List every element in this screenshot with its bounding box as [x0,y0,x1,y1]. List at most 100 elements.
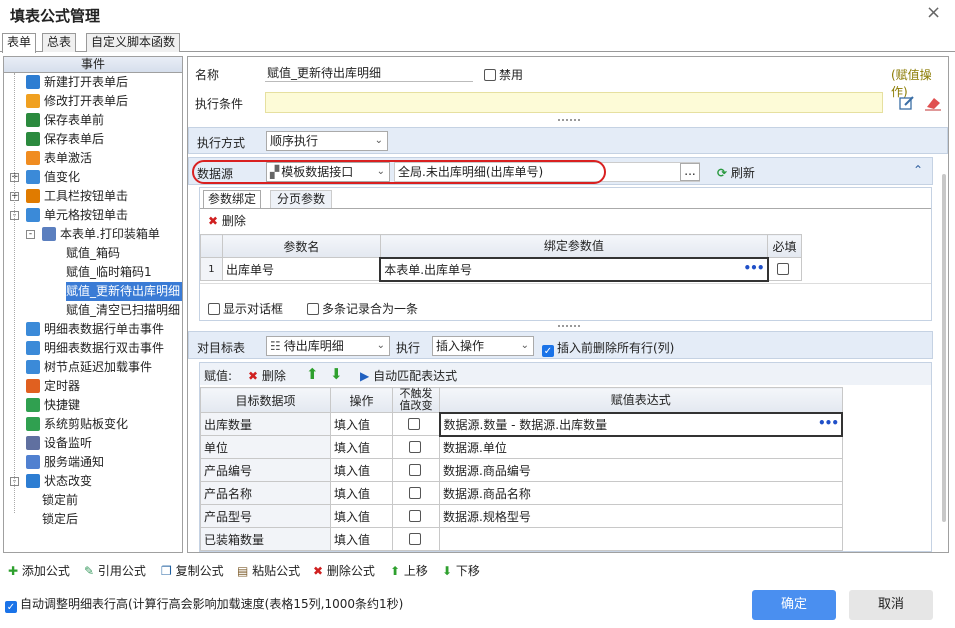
tree-item[interactable]: 服务端通知 [26,453,104,472]
tree-item[interactable]: 定时器 [26,377,80,396]
operation-cell[interactable]: 填入值 [330,412,393,436]
table-row[interactable]: 产品型号 填入值 数据源.规格型号 [200,504,843,528]
operation-select[interactable]: 插入操作 ⌄ [432,336,534,356]
move-down-button[interactable]: ⬇ 下移 [442,562,480,579]
operation-cell[interactable]: 填入值 [330,481,393,505]
check-icon[interactable] [408,533,421,545]
scrollbar[interactable] [942,174,946,522]
no-trigger-cell[interactable] [392,481,440,505]
expression-cell[interactable]: 数据源.规格型号 [439,504,843,528]
tree-item[interactable]: 值变化 [26,168,80,187]
move-up-icon[interactable]: ⬆ [306,365,319,383]
no-trigger-cell[interactable] [392,458,440,482]
ok-button[interactable]: 确定 [752,590,836,620]
no-trigger-cell[interactable] [392,412,440,436]
more-icon[interactable]: ••• [743,261,764,275]
expression-cell[interactable]: 数据源.单位 [439,435,843,459]
expression-cell[interactable]: 数据源.商品名称 [439,481,843,505]
tree-item[interactable]: 明细表数据行双击事件 [26,339,164,358]
required-checkbox[interactable] [777,263,790,275]
check-icon[interactable] [408,441,421,453]
expression-cell[interactable]: 数据源.数量 - 数据源.出库数量 ••• [438,411,843,437]
collapse-icon[interactable]: ⌃ [913,163,923,177]
no-trigger-cell[interactable] [392,527,440,551]
check-icon[interactable] [408,464,421,476]
splitter-handle-2[interactable] [558,325,580,327]
add-formula-button[interactable]: ✚ 添加公式 [8,562,70,579]
tab-custom-script[interactable]: 自定义脚本函数 [86,33,181,52]
tree-item[interactable]: 赋值_箱码 [66,244,120,263]
table-row[interactable]: 产品编号 填入值 数据源.商品编号 [200,458,843,482]
expand-toggle-icon[interactable]: - [26,230,35,239]
disable-check-icon[interactable] [484,69,496,81]
reference-formula-button[interactable]: ✎ 引用公式 [84,562,146,579]
disable-checkbox[interactable]: 禁用 [484,66,523,83]
check-icon[interactable] [408,510,421,522]
copy-formula-button[interactable]: ❐ 复制公式 [161,562,224,579]
required-cell[interactable] [767,257,802,281]
expression-cell[interactable]: 数据源.商品编号 [439,458,843,482]
tree-item[interactable]: 保存表单后 [26,130,104,149]
target-table-select[interactable]: ☷ 待出库明细 ⌄ [266,336,390,356]
check-icon[interactable] [307,303,319,315]
operation-cell[interactable]: 填入值 [330,504,393,528]
move-up-button[interactable]: ⬆ 上移 [390,562,428,579]
datasource-browse-button[interactable]: ... [680,163,700,181]
no-trigger-cell[interactable] [392,435,440,459]
tree-item[interactable]: 保存表单前 [26,111,104,130]
no-trigger-cell[interactable] [392,504,440,528]
exec-mode-select[interactable]: 顺序执行 ⌄ [266,131,388,151]
tree-item[interactable]: 设备监听 [26,434,92,453]
tab-summary[interactable]: 总表 [42,33,77,52]
name-input[interactable]: 赋值_更新待出库明细 [265,64,473,82]
check-icon[interactable]: ✓ [5,601,17,613]
check-icon[interactable] [408,487,421,499]
operation-cell[interactable]: 填入值 [330,527,393,551]
operation-cell[interactable]: 填入值 [330,435,393,459]
eraser-icon[interactable] [924,95,942,111]
tree-item[interactable]: 赋值_更新待出库明细 [66,282,182,301]
assign-delete-button[interactable]: ✖ 删除 [248,367,286,384]
cancel-button[interactable]: 取消 [849,590,933,620]
auto-match-button[interactable]: ▶ 自动匹配表达式 [360,367,457,384]
tree-item[interactable]: 赋值_临时箱码1 [66,263,152,282]
check-icon[interactable] [208,303,220,315]
tree-item[interactable]: 表单激活 [26,149,92,168]
tree-item[interactable]: 锁定前 [42,491,78,510]
table-row[interactable]: 1 出库单号 本表单.出库单号 ••• [200,256,802,282]
param-value-cell[interactable]: 本表单.出库单号 ••• [379,256,769,282]
tree-item[interactable]: 系统剪贴板变化 [26,415,128,434]
param-delete-button[interactable]: ✖ 删除 [208,212,246,229]
check-icon[interactable] [408,418,421,430]
merge-records-checkbox[interactable]: 多条记录合为一条 [307,300,418,317]
tree-item[interactable]: 本表单.打印装箱单 [42,225,160,244]
tree-item[interactable]: 赋值_清空已扫描明细 [66,301,180,320]
delete-formula-button[interactable]: ✖ 删除公式 [313,562,375,579]
tree-item[interactable]: 明细表数据行单击事件 [26,320,164,339]
operation-cell[interactable]: 填入值 [330,458,393,482]
close-icon[interactable]: × [926,2,941,23]
show-dialog-checkbox[interactable]: 显示对话框 [208,300,283,317]
table-row[interactable]: 产品名称 填入值 数据源.商品名称 [200,481,843,505]
expression-cell[interactable] [439,527,843,551]
tab-param-binding[interactable]: 参数绑定 [203,190,262,208]
table-row[interactable]: 单位 填入值 数据源.单位 [200,435,843,459]
more-icon[interactable]: ••• [818,416,839,430]
tree-item[interactable]: 状态改变 [26,472,92,491]
condition-input[interactable] [265,92,883,113]
edit-icon[interactable] [899,95,915,111]
tree-item[interactable]: 修改打开表单后 [26,92,128,111]
tree-item[interactable]: 工具栏按钮单击 [26,187,128,206]
tree-item[interactable]: 新建打开表单后 [26,73,128,92]
tab-form[interactable]: 表单 [2,33,37,53]
refresh-button[interactable]: ⟳ 刷新 [717,164,755,181]
tree-item[interactable]: 单元格按钮单击 [26,206,128,225]
tree-item[interactable]: 锁定后 [42,510,78,529]
event-tree[interactable]: 事件 新建打开表单后 修改打开表单后 保存表单前 保存表单后 表单激活 值变化 + 工具栏按钮… [3,56,183,553]
auto-adjust-checkbox[interactable]: ✓ 自动调整明细表行高(计算行高会影响加载速度(表格15列,1000条约1秒) [5,595,403,613]
paste-formula-button[interactable]: ▤ 粘贴公式 [237,562,300,579]
clear-before-insert-checkbox[interactable]: ✓ 插入前删除所有行(列) [542,339,674,357]
tree-item[interactable]: 树节点延迟加载事件 [26,358,152,377]
table-row[interactable]: 已装箱数量 填入值 [200,527,843,551]
tree-item[interactable]: 快捷键 [26,396,80,415]
